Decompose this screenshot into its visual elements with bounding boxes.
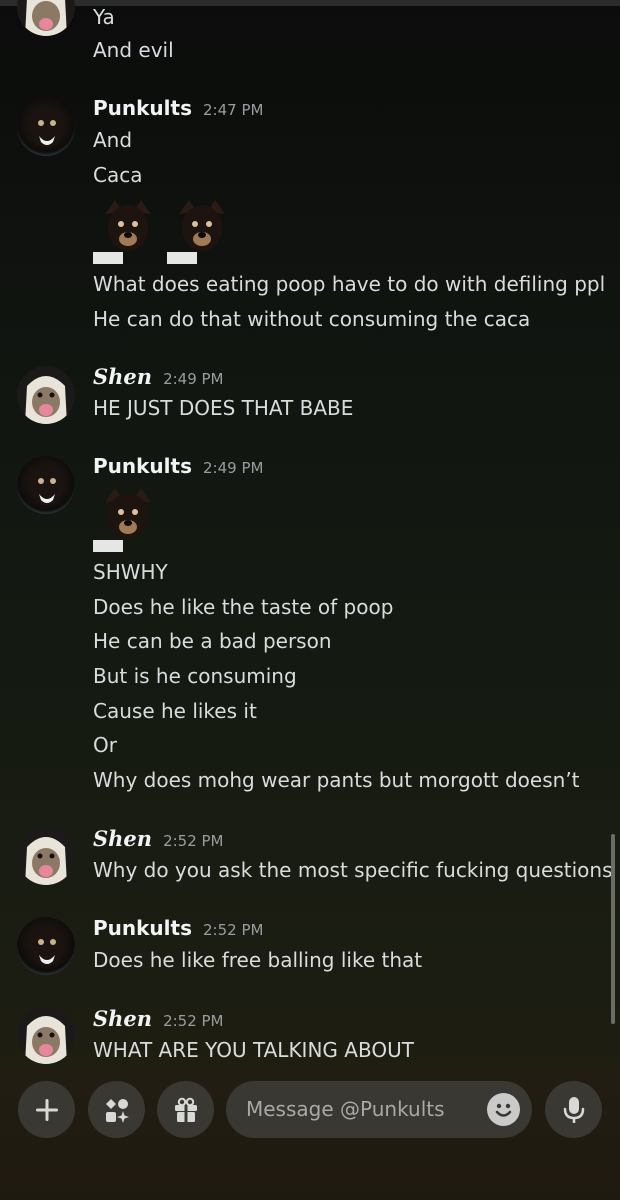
timestamp: 2:49 PM: [163, 370, 224, 388]
scrollbar[interactable]: [611, 834, 615, 1024]
emoji-button[interactable]: [487, 1093, 520, 1126]
message-header: Shen 2:52 PM: [93, 826, 224, 851]
dog-avatar-icon: [30, 108, 64, 148]
username[interactable]: Punkults: [93, 454, 192, 478]
dog-sticker-icon: [93, 488, 151, 552]
dog-sticker[interactable]: [167, 194, 237, 264]
message-line: Cause he likes it: [93, 699, 257, 723]
message-header: Punkults 2:52 PM: [93, 916, 263, 940]
plus-icon: [35, 1098, 58, 1121]
add-button[interactable]: [18, 1081, 75, 1138]
username[interactable]: Punkults: [93, 916, 192, 940]
message-placeholder: Message @Punkults: [246, 1097, 445, 1121]
avatar[interactable]: [17, 1006, 75, 1064]
username[interactable]: Punkults: [93, 96, 192, 120]
avatar[interactable]: [17, 366, 75, 424]
mask-avatar-icon: [25, 376, 67, 424]
username[interactable]: Shen: [93, 826, 152, 851]
dog-sticker-icon: [93, 200, 151, 264]
avatar[interactable]: [17, 456, 75, 514]
message-line: But is he consuming: [93, 664, 297, 688]
voice-button[interactable]: [545, 1081, 602, 1138]
dog-avatar-icon: [30, 466, 64, 506]
mask-avatar-icon: [25, 837, 67, 885]
message-line: And evil: [93, 38, 174, 62]
avatar[interactable]: [17, 827, 75, 885]
gift-button[interactable]: [157, 1081, 214, 1138]
message-line: Does he like free balling like that: [93, 948, 423, 972]
timestamp: 2:52 PM: [203, 921, 264, 939]
emoji-icon: [495, 1103, 512, 1117]
message-line: Or: [93, 733, 117, 757]
gift-icon: [174, 1097, 197, 1122]
dog-sticker-icon: [167, 200, 225, 264]
chat-area[interactable]: Ya And evil Punkults 2:47 PM And Caca Wh…: [0, 0, 620, 1068]
username[interactable]: Shen: [93, 364, 152, 389]
timestamp: 2:52 PM: [163, 832, 224, 850]
message-line: What does eating poop have to do with de…: [93, 272, 606, 296]
microphone-icon: [563, 1096, 584, 1123]
mask-avatar-icon: [25, 1016, 67, 1064]
message-header: Shen 2:49 PM: [93, 364, 224, 389]
dog-avatar-icon: [30, 927, 64, 967]
message-line: SHWHY: [93, 560, 168, 584]
message-line: And: [93, 128, 133, 152]
avatar[interactable]: [17, 917, 75, 975]
timestamp: 2:47 PM: [203, 101, 264, 119]
message-input[interactable]: Message @Punkults: [226, 1081, 532, 1138]
timestamp: 2:49 PM: [203, 459, 264, 477]
mask-avatar-icon: [25, 0, 67, 36]
message-line: Why do you ask the most specific fucking…: [93, 858, 613, 882]
message-line: HE JUST DOES THAT BABE: [93, 396, 354, 420]
message-header: Punkults 2:49 PM: [93, 454, 263, 478]
message-line: He can be a bad person: [93, 629, 332, 653]
apps-icon: [105, 1098, 129, 1123]
apps-button[interactable]: [88, 1081, 145, 1138]
username[interactable]: Shen: [93, 1006, 152, 1031]
message-header: Shen 2:52 PM: [93, 1006, 224, 1031]
message-header: Punkults 2:47 PM: [93, 96, 263, 120]
message-line: He can do that without consuming the cac…: [93, 307, 531, 331]
dog-sticker[interactable]: [93, 482, 163, 552]
message-line: Caca: [93, 163, 143, 187]
dog-sticker[interactable]: [93, 194, 163, 264]
message-line: WHAT ARE YOU TALKING ABOUT: [93, 1038, 414, 1062]
avatar[interactable]: [17, 98, 75, 156]
avatar[interactable]: [17, 0, 75, 36]
message-line: Does he like the taste of poop: [93, 595, 394, 619]
message-line: Why does mohg wear pants but morgott doe…: [93, 768, 580, 792]
message-line: Ya: [93, 5, 115, 29]
timestamp: 2:52 PM: [163, 1012, 224, 1030]
